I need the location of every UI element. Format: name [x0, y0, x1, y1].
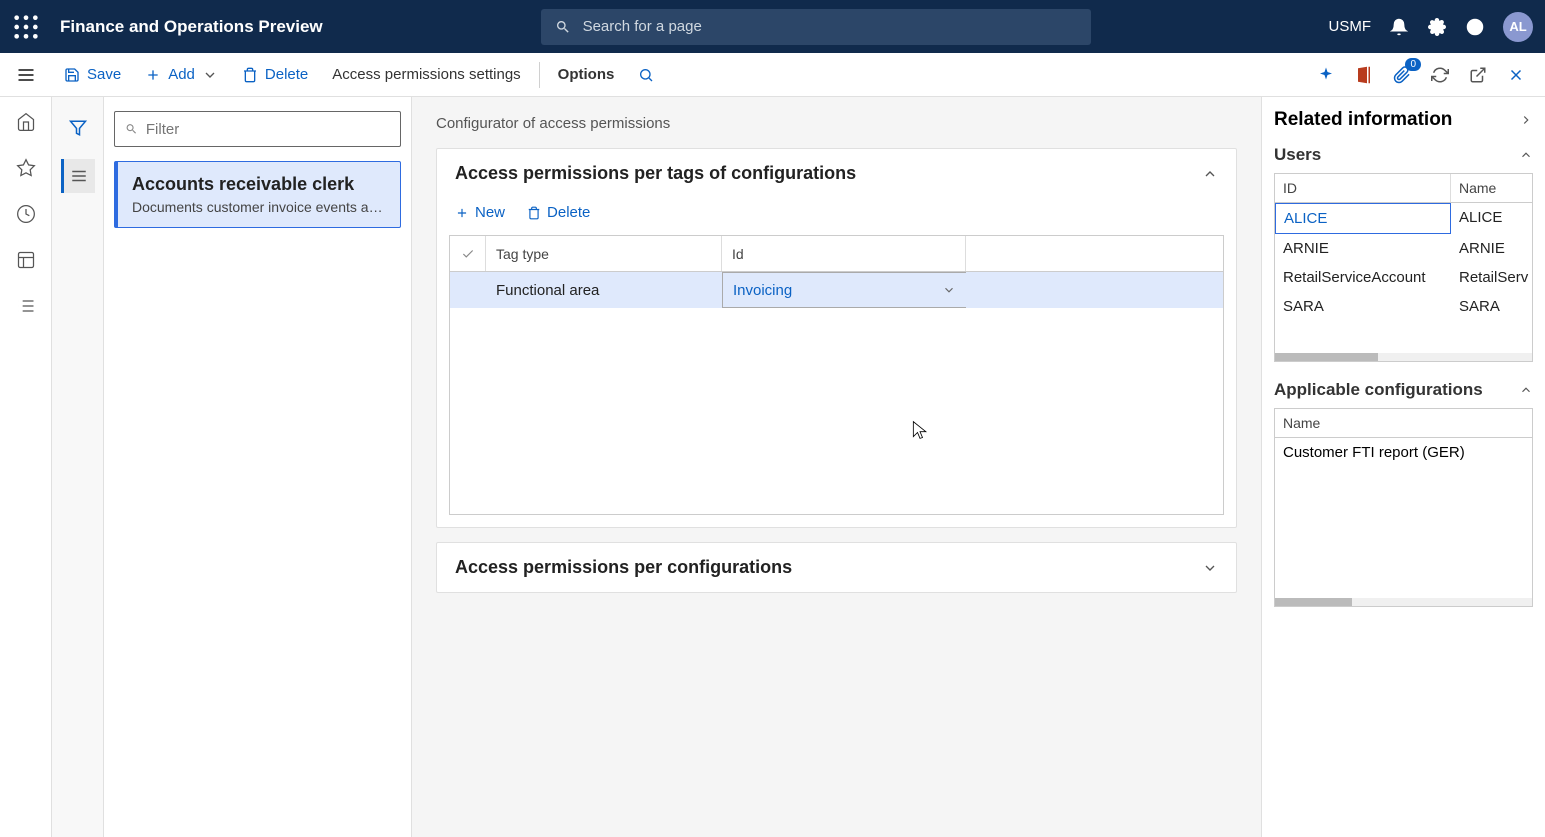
- add-button[interactable]: Add: [133, 53, 230, 96]
- section-tags-header[interactable]: Access permissions per tags of configura…: [437, 149, 1236, 198]
- users-row[interactable]: RetailServiceAccountRetailServ: [1275, 263, 1532, 292]
- chevron-up-icon[interactable]: [1519, 383, 1533, 397]
- related-title: Related information: [1274, 109, 1452, 131]
- close-icon: [1507, 66, 1525, 84]
- configs-scrollbar[interactable]: [1275, 598, 1532, 606]
- search-icon: [125, 122, 138, 136]
- notifications-button[interactable]: [1389, 17, 1409, 37]
- grid-row[interactable]: Functional area Invoicing: [450, 272, 1223, 308]
- nav-toggle-button[interactable]: [0, 65, 52, 85]
- grid-delete-button[interactable]: Delete: [519, 200, 598, 225]
- users-grid: ID Name ALICEALICEARNIEARNIERetailServic…: [1274, 173, 1533, 362]
- users-col-name[interactable]: Name: [1451, 174, 1532, 202]
- separator: [539, 62, 540, 88]
- nav-workspaces[interactable]: [15, 249, 37, 271]
- cell-tag-type[interactable]: Functional area: [486, 272, 722, 308]
- search-placeholder: Search for a page: [583, 18, 702, 35]
- configs-grid: Name Customer FTI report (GER): [1274, 408, 1533, 607]
- list-item-desc: Documents customer invoice events and …: [132, 199, 386, 215]
- users-row[interactable]: ALICEALICE: [1275, 203, 1532, 234]
- nav-rail: [0, 97, 52, 837]
- attachments-button[interactable]: 0: [1389, 62, 1415, 88]
- delete-button[interactable]: Delete: [230, 53, 320, 96]
- list-item[interactable]: Accounts receivable clerk Documents cust…: [114, 161, 401, 228]
- tags-grid: Tag type Id Functional area Invoicing: [449, 235, 1224, 515]
- configs-col-name[interactable]: Name: [1275, 409, 1532, 437]
- chevron-down-icon: [202, 67, 218, 83]
- search-icon: [555, 19, 571, 35]
- refresh-icon: [1431, 66, 1449, 84]
- users-scrollbar[interactable]: [1275, 353, 1532, 361]
- popout-icon: [1469, 66, 1487, 84]
- company-picker[interactable]: USMF: [1329, 18, 1372, 35]
- refresh-button[interactable]: [1427, 62, 1453, 88]
- search-icon: [638, 67, 654, 83]
- plus-icon: [145, 67, 161, 83]
- app-launcher-button[interactable]: [12, 13, 40, 41]
- chevron-down-icon: [942, 283, 956, 297]
- list-filter-input[interactable]: [114, 111, 401, 147]
- nav-recent[interactable]: [15, 203, 37, 225]
- col-tag-type[interactable]: Tag type: [486, 236, 722, 271]
- grid-select-all[interactable]: [450, 236, 486, 271]
- configs-section-title: Applicable configurations: [1274, 380, 1483, 400]
- chevron-right-icon[interactable]: [1519, 113, 1533, 127]
- list-item-title: Accounts receivable clerk: [132, 174, 386, 195]
- options-tab[interactable]: Options: [546, 53, 627, 96]
- nav-home[interactable]: [15, 111, 37, 133]
- save-icon: [64, 67, 80, 83]
- trash-icon: [527, 206, 541, 220]
- attachments-count: 0: [1405, 58, 1421, 71]
- list-mode-rail: [52, 97, 104, 837]
- plus-icon: [455, 206, 469, 220]
- page-search-button[interactable]: [626, 53, 666, 96]
- global-header: Finance and Operations Preview Search fo…: [0, 0, 1545, 53]
- users-row[interactable]: ARNIEARNIE: [1275, 234, 1532, 263]
- nav-favorites[interactable]: [15, 157, 37, 179]
- settings-button[interactable]: [1427, 17, 1447, 37]
- chevron-up-icon[interactable]: [1519, 148, 1533, 162]
- filter-mode-button[interactable]: [61, 111, 95, 145]
- users-row[interactable]: SARASARA: [1275, 292, 1532, 321]
- chevron-down-icon: [1202, 560, 1218, 576]
- user-avatar[interactable]: AL: [1503, 12, 1533, 42]
- section-configs-header[interactable]: Access permissions per configurations: [437, 543, 1236, 592]
- page-title: Configurator of access permissions: [436, 115, 1237, 132]
- list-panel: Accounts receivable clerk Documents cust…: [104, 97, 412, 837]
- chevron-up-icon: [1202, 166, 1218, 182]
- app-title: Finance and Operations Preview: [60, 17, 323, 37]
- help-button[interactable]: [1465, 17, 1485, 37]
- popout-button[interactable]: [1465, 62, 1491, 88]
- global-search-input[interactable]: Search for a page: [541, 9, 1091, 45]
- trash-icon: [242, 67, 258, 83]
- office-button[interactable]: [1351, 62, 1377, 88]
- users-col-id[interactable]: ID: [1275, 174, 1451, 202]
- users-section-title: Users: [1274, 145, 1321, 165]
- copilot-button[interactable]: [1313, 62, 1339, 88]
- col-id[interactable]: Id: [722, 236, 966, 271]
- configs-row[interactable]: Customer FTI report (GER): [1275, 438, 1532, 467]
- action-bar: Save Add Delete Access permissions setti…: [0, 53, 1545, 97]
- main-content: Configurator of access permissions Acces…: [412, 97, 1261, 837]
- list-mode-button[interactable]: [61, 159, 95, 193]
- save-button[interactable]: Save: [52, 53, 133, 96]
- close-button[interactable]: [1503, 62, 1529, 88]
- section-tags: Access permissions per tags of configura…: [436, 148, 1237, 528]
- nav-modules[interactable]: [15, 295, 37, 317]
- grid-new-button[interactable]: New: [447, 200, 513, 225]
- related-panel: Related information Users ID Name ALICEA…: [1261, 97, 1545, 837]
- access-settings-tab[interactable]: Access permissions settings: [320, 53, 532, 96]
- section-configs: Access permissions per configurations: [436, 542, 1237, 593]
- cell-id-dropdown[interactable]: Invoicing: [722, 272, 966, 308]
